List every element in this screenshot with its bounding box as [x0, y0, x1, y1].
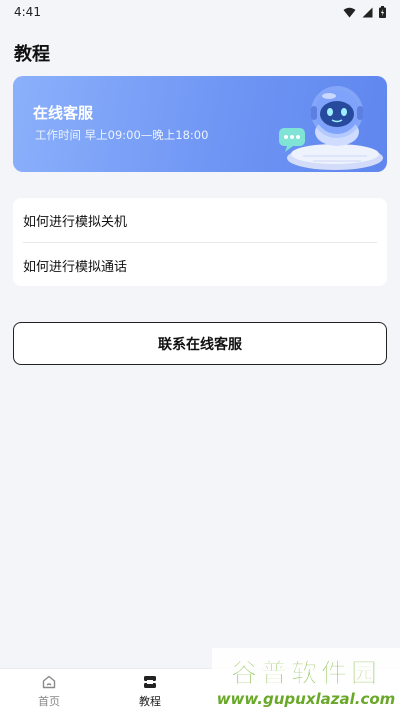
- tutorial-icon: [144, 676, 156, 688]
- status-icons: [343, 6, 386, 18]
- tutorial-item-shutdown[interactable]: 如何进行模拟关机: [23, 198, 377, 243]
- watermark-url: www.gupuxlazal.com: [216, 689, 396, 708]
- online-service-banner[interactable]: 在线客服 工作时间 早上09:00—晚上18:00: [13, 76, 387, 172]
- page-title: 教程: [14, 44, 50, 65]
- tab-tutorial[interactable]: 教程: [114, 674, 186, 710]
- status-bar: 4:41: [0, 0, 400, 24]
- banner-working-hours: 工作时间 早上09:00—晚上18:00: [35, 128, 209, 142]
- tab-home[interactable]: 首页: [13, 674, 85, 710]
- banner-title: 在线客服: [33, 104, 94, 122]
- robot-assistant-illustration: [279, 86, 383, 170]
- watermark-logo: 谷普软件园 www.gupuxlazal.com: [212, 648, 400, 712]
- wifi-icon: [343, 7, 356, 17]
- tab-home-label: 首页: [38, 695, 60, 708]
- home-icon: [42, 675, 56, 689]
- status-time: 4:41: [14, 5, 41, 19]
- signal-icon: [362, 7, 373, 17]
- tutorial-item-call[interactable]: 如何进行模拟通话: [23, 243, 377, 287]
- contact-service-button[interactable]: 联系在线客服: [13, 322, 387, 365]
- tab-tutorial-label: 教程: [139, 695, 161, 708]
- battery-icon: [379, 6, 386, 18]
- tutorial-list: 如何进行模拟关机 如何进行模拟通话: [13, 198, 387, 286]
- watermark-brand: 谷普软件园: [230, 658, 381, 689]
